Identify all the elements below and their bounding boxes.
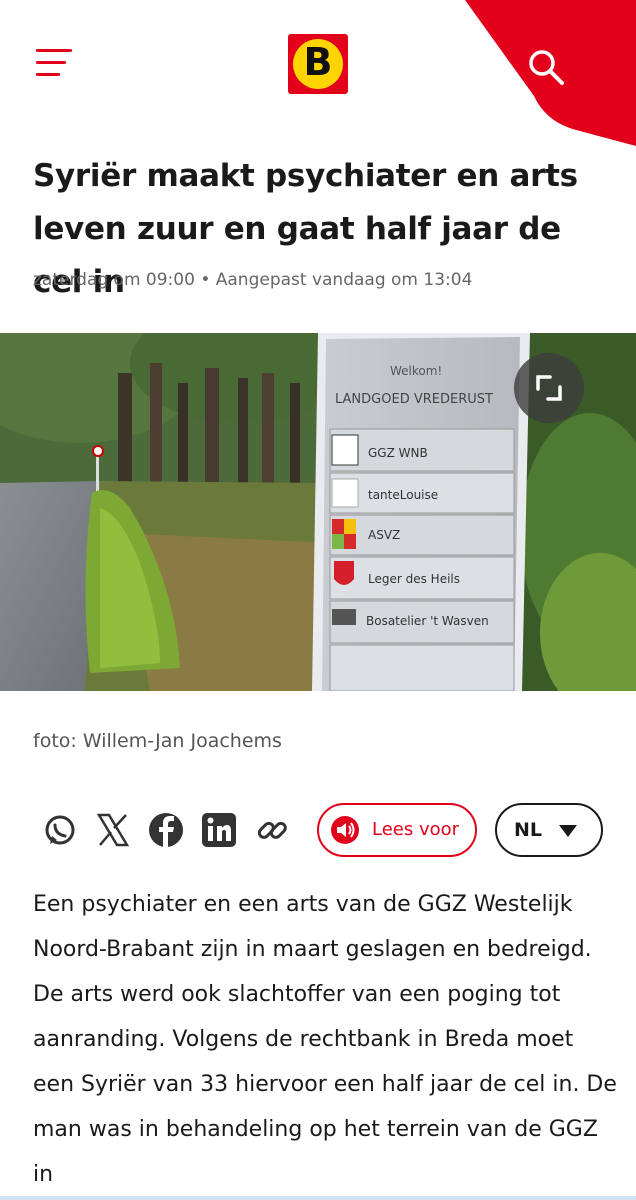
article-meta: zaterdag om 09:00 • Aangepast vandaag om… [33,270,473,290]
menu-line [36,61,66,64]
link-icon[interactable] [252,810,292,850]
x-icon[interactable] [93,810,133,850]
menu-line [36,49,72,52]
site-header: B [0,0,636,146]
whatsapp-icon[interactable] [40,810,80,850]
speaker-icon [331,816,359,844]
sign-welcome-text: Welkom! [390,364,442,378]
sign-rows: GGZ WNB tanteLouise ASVZ Leger des Heils… [329,428,515,691]
logo-letter: B [303,40,333,84]
chevron-down-icon [559,825,577,837]
sign-row-asvz: ASVZ [368,528,400,542]
sign-row-ggz: GGZ WNB [368,446,428,460]
expand-icon [536,375,562,401]
facebook-icon[interactable] [146,810,186,850]
language-select[interactable]: NL [495,803,603,857]
sign-row-bosatelier: Bosatelier 't Wasven [366,614,489,628]
bottom-divider [0,1196,636,1200]
read-aloud-label: Lees voor [372,819,460,840]
photo-caption: foto: Willem-Jan Joachems [33,730,282,752]
article-body: Een psychiater en een arts van de GGZ We… [33,892,617,1187]
sign-row-leger: Leger des Heils [368,572,460,586]
menu-line [36,73,60,76]
read-aloud-button[interactable]: Lees voor [317,803,477,857]
sign-title-text: LANDGOED VREDERUST [335,392,493,407]
search-icon[interactable] [526,47,566,87]
brand-logo[interactable]: B [288,34,348,94]
hamburger-menu-icon[interactable] [36,46,76,80]
linkedin-icon[interactable] [199,810,239,850]
fullscreen-button[interactable] [514,353,584,423]
sign-row-tantelouise: tanteLouise [368,488,438,502]
language-label: NL [514,819,543,841]
